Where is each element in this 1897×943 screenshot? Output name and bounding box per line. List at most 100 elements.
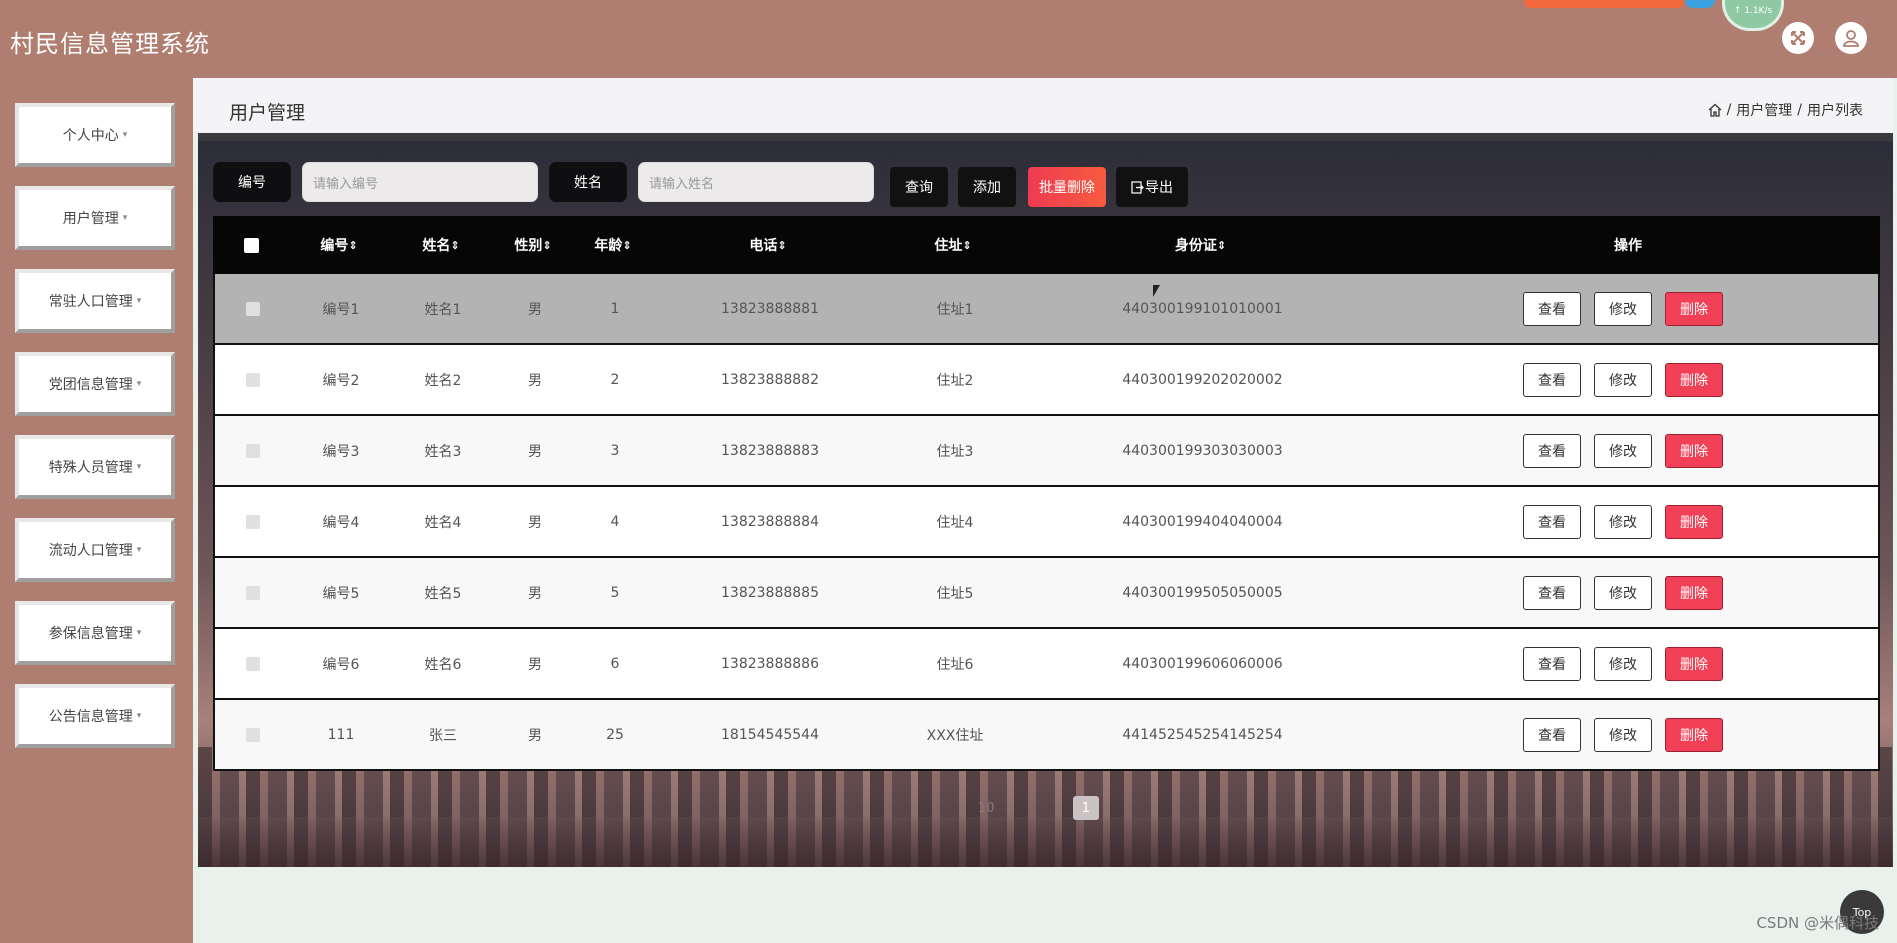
cell-phone: 18154545544 [721, 726, 819, 743]
breadcrumb-separator: / [1797, 102, 1802, 118]
column-header-phone[interactable]: 电话 ⇕ [713, 216, 823, 274]
user-table: 编号 ⇕ 姓名 ⇕ 性别 ⇕ 年龄 ⇕ 电话 ⇕ 住址 ⇕ 身份证 ⇕ 操作 编号1 姓名1 男 1… [213, 216, 1880, 771]
sidebar-item-special-personnel[interactable]: 特殊人员管理 ▾ [15, 435, 175, 499]
batch-delete-button[interactable]: 批量删除 [1028, 167, 1106, 207]
cell-age: 1 [610, 300, 620, 317]
row-checkbox[interactable] [246, 372, 260, 387]
name-search-input[interactable]: 请输入姓名 [638, 162, 874, 202]
page-title: 用户管理 [229, 102, 306, 124]
column-header-age[interactable]: 年龄 ⇕ [583, 216, 643, 274]
cell-phone: 13823888883 [721, 442, 819, 459]
cell-name: 姓名4 [424, 514, 462, 531]
table-row[interactable]: 编号3 姓名3 男 3 13823888883 住址3 440300199303030003… [213, 416, 1880, 487]
select-all-checkbox[interactable] [243, 237, 259, 253]
sort-icon: ⇕ [622, 238, 632, 252]
export-label: 导出 [1145, 180, 1173, 196]
row-select-cell [215, 558, 291, 627]
sort-icon: ⇕ [1216, 238, 1227, 252]
sidebar-item-floating-population[interactable]: 流动人口管理 ▾ [15, 518, 175, 582]
row-checkbox[interactable] [246, 585, 260, 600]
delete-button[interactable]: 删除 [1665, 434, 1723, 468]
add-button[interactable]: 添加 [958, 167, 1016, 207]
home-icon[interactable] [1708, 103, 1722, 117]
cell-phone: 13823888882 [721, 371, 819, 388]
edit-button[interactable]: 修改 [1594, 505, 1652, 539]
view-button[interactable]: 查看 [1523, 576, 1581, 610]
sort-icon: ⇕ [348, 238, 358, 252]
cell-age: 5 [610, 584, 620, 601]
id-search-input[interactable]: 请输入编号 [302, 162, 538, 202]
query-button[interactable]: 查询 [890, 167, 948, 207]
cell-name: 姓名2 [424, 372, 462, 389]
view-button[interactable]: 查看 [1523, 434, 1581, 468]
cell-id: 编号5 [322, 585, 360, 602]
user-profile-button[interactable] [1835, 22, 1867, 54]
cell-address: 住址6 [936, 656, 974, 673]
cell-name: 姓名6 [424, 656, 462, 673]
column-header-idcard[interactable]: 身份证 ⇕ [1113, 216, 1288, 274]
cell-name: 姓名1 [424, 301, 462, 318]
sort-icon: ⇕ [962, 238, 972, 252]
delete-button[interactable]: 删除 [1665, 363, 1723, 397]
view-button[interactable]: 查看 [1523, 718, 1581, 752]
chevron-down-icon: ▾ [122, 213, 128, 223]
cell-id: 编号1 [322, 301, 360, 318]
cell-age: 4 [610, 513, 620, 530]
page-size-select[interactable]: 10 [978, 801, 995, 816]
view-button[interactable]: 查看 [1523, 292, 1581, 326]
view-button[interactable]: 查看 [1523, 363, 1581, 397]
column-label: 操作 [1614, 238, 1642, 254]
sidebar-item-insurance-info[interactable]: 参保信息管理 ▾ [15, 601, 175, 665]
table-row[interactable]: 111 张三 男 25 18154545544 XXX住址 4414525452541452… [213, 700, 1880, 771]
edit-button[interactable]: 修改 [1594, 647, 1652, 681]
table-row[interactable]: 编号6 姓名6 男 6 13823888886 住址6 440300199606060006… [213, 629, 1880, 700]
view-button[interactable]: 查看 [1523, 505, 1581, 539]
table-row[interactable]: 编号2 姓名2 男 2 13823888882 住址2 440300199202020002… [213, 345, 1880, 416]
breadcrumb-item-user-list: 用户列表 [1807, 103, 1863, 119]
delete-button[interactable]: 删除 [1665, 647, 1723, 681]
row-checkbox[interactable] [246, 727, 260, 742]
cell-gender: 男 [528, 443, 542, 460]
sidebar-item-personal-center[interactable]: 个人中心 ▾ [15, 103, 175, 167]
row-checkbox[interactable] [246, 443, 260, 458]
sidebar-item-resident-population[interactable]: 常驻人口管理 ▾ [15, 269, 175, 333]
breadcrumb: / 用户管理 / 用户列表 [1708, 100, 1863, 120]
view-button[interactable]: 查看 [1523, 647, 1581, 681]
table-row[interactable]: 编号1 姓名1 男 1 13823888881 住址1 440300199101010001… [213, 274, 1880, 345]
cell-id: 编号6 [322, 656, 360, 673]
sidebar-item-label: 参保信息管理 [48, 626, 133, 642]
delete-button[interactable]: 删除 [1665, 718, 1723, 752]
edit-button[interactable]: 修改 [1594, 292, 1652, 326]
delete-button[interactable]: 删除 [1665, 576, 1723, 610]
sidebar-item-announcement[interactable]: 公告信息管理 ▾ [15, 684, 175, 748]
edit-button[interactable]: 修改 [1594, 576, 1652, 610]
edit-button[interactable]: 修改 [1594, 718, 1652, 752]
page-number-current[interactable]: 1 [1072, 796, 1099, 820]
fullscreen-button[interactable] [1782, 22, 1814, 54]
chevron-down-icon: ▾ [136, 711, 142, 721]
column-header-name[interactable]: 姓名 ⇕ [411, 216, 471, 274]
sidebar-item-user-management[interactable]: 用户管理 ▾ [15, 186, 175, 250]
column-header-address[interactable]: 住址 ⇕ [913, 216, 993, 274]
breadcrumb-item-user-management[interactable]: 用户管理 [1736, 100, 1792, 120]
cell-phone: 13823888886 [721, 655, 819, 672]
export-button[interactable]: 导出 [1116, 167, 1188, 207]
row-checkbox[interactable] [246, 301, 260, 316]
row-checkbox[interactable] [246, 656, 260, 671]
edit-button[interactable]: 修改 [1594, 363, 1652, 397]
chevron-down-icon: ▾ [136, 628, 142, 638]
column-header-gender[interactable]: 性别 ⇕ [503, 216, 563, 274]
sidebar-item-party-league-info[interactable]: 党团信息管理 ▾ [15, 352, 175, 416]
delete-button[interactable]: 删除 [1665, 505, 1723, 539]
row-checkbox[interactable] [246, 514, 260, 529]
cell-address: 住址5 [936, 585, 974, 602]
column-header-id[interactable]: 编号 ⇕ [309, 216, 369, 274]
table-row[interactable]: 编号5 姓名5 男 5 13823888885 住址5 440300199505050005… [213, 558, 1880, 629]
delete-button[interactable]: 删除 [1665, 292, 1723, 326]
cell-name: 姓名5 [424, 585, 462, 602]
cell-phone: 13823888881 [721, 300, 819, 317]
table-row[interactable]: 编号4 姓名4 男 4 13823888884 住址4 440300199404040004… [213, 487, 1880, 558]
pagination: 10 ⌄ 1 [978, 796, 1099, 820]
edit-button[interactable]: 修改 [1594, 434, 1652, 468]
breadcrumb-separator: / [1726, 102, 1732, 118]
